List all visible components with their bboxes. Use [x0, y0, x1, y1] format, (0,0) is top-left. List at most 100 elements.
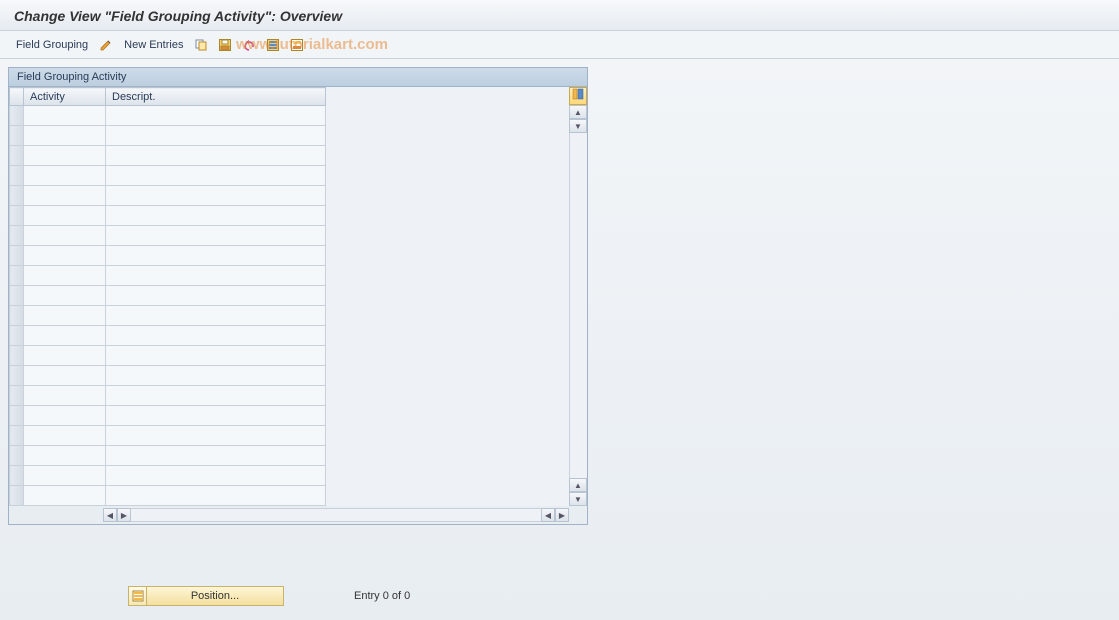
table-row[interactable] — [10, 426, 326, 446]
save-variant-icon[interactable] — [217, 37, 233, 53]
cell-activity[interactable] — [24, 206, 106, 226]
table-row[interactable] — [10, 266, 326, 286]
scroll-down-step-button[interactable]: ▼ — [569, 119, 587, 133]
cell-activity[interactable] — [24, 326, 106, 346]
cell-descript[interactable] — [106, 406, 326, 426]
row-selector[interactable] — [10, 266, 24, 286]
row-selector[interactable] — [10, 246, 24, 266]
table-row[interactable] — [10, 306, 326, 326]
cell-activity[interactable] — [24, 346, 106, 366]
vertical-scrollbar-track[interactable] — [569, 133, 587, 478]
cell-activity[interactable] — [24, 426, 106, 446]
table-row[interactable] — [10, 446, 326, 466]
cell-activity[interactable] — [24, 226, 106, 246]
cell-descript[interactable] — [106, 186, 326, 206]
table-row[interactable] — [10, 486, 326, 506]
cell-descript[interactable] — [106, 386, 326, 406]
row-selector[interactable] — [10, 346, 24, 366]
table-row[interactable] — [10, 186, 326, 206]
table-settings-icon[interactable] — [569, 87, 587, 105]
cell-descript[interactable] — [106, 106, 326, 126]
cell-descript[interactable] — [106, 126, 326, 146]
cell-descript[interactable] — [106, 486, 326, 506]
row-selector[interactable] — [10, 286, 24, 306]
position-button[interactable]: Position... — [128, 586, 284, 606]
cell-descript[interactable] — [106, 466, 326, 486]
row-selector[interactable] — [10, 186, 24, 206]
row-selector[interactable] — [10, 366, 24, 386]
cell-descript[interactable] — [106, 366, 326, 386]
cell-activity[interactable] — [24, 166, 106, 186]
cell-activity[interactable] — [24, 266, 106, 286]
scroll-left-step-button[interactable]: ◀ — [541, 508, 555, 522]
data-grid[interactable]: Activity Descript. — [9, 87, 326, 506]
row-selector[interactable] — [10, 146, 24, 166]
row-selector[interactable] — [10, 406, 24, 426]
table-row[interactable] — [10, 166, 326, 186]
row-selector[interactable] — [10, 486, 24, 506]
table-row[interactable] — [10, 246, 326, 266]
cell-activity[interactable] — [24, 246, 106, 266]
table-row[interactable] — [10, 286, 326, 306]
cell-descript[interactable] — [106, 166, 326, 186]
cell-descript[interactable] — [106, 266, 326, 286]
delimit-icon[interactable] — [289, 37, 305, 53]
cell-descript[interactable] — [106, 346, 326, 366]
cell-descript[interactable] — [106, 306, 326, 326]
cell-descript[interactable] — [106, 206, 326, 226]
row-selector[interactable] — [10, 466, 24, 486]
table-row[interactable] — [10, 366, 326, 386]
cell-descript[interactable] — [106, 286, 326, 306]
table-row[interactable] — [10, 406, 326, 426]
cell-descript[interactable] — [106, 226, 326, 246]
select-all-icon[interactable] — [265, 37, 281, 53]
table-row[interactable] — [10, 106, 326, 126]
row-selector[interactable] — [10, 426, 24, 446]
scroll-right-step-button[interactable]: ▶ — [117, 508, 131, 522]
copy-icon[interactable] — [193, 37, 209, 53]
table-row[interactable] — [10, 326, 326, 346]
cell-activity[interactable] — [24, 286, 106, 306]
row-selector[interactable] — [10, 306, 24, 326]
cell-activity[interactable] — [24, 406, 106, 426]
table-row[interactable] — [10, 386, 326, 406]
scroll-down-button[interactable]: ▼ — [569, 492, 587, 506]
table-row[interactable] — [10, 226, 326, 246]
cell-descript[interactable] — [106, 146, 326, 166]
table-row[interactable] — [10, 126, 326, 146]
cell-descript[interactable] — [106, 446, 326, 466]
table-row[interactable] — [10, 206, 326, 226]
row-selector[interactable] — [10, 106, 24, 126]
scroll-right-button[interactable]: ▶ — [555, 508, 569, 522]
table-row[interactable] — [10, 466, 326, 486]
row-selector[interactable] — [10, 126, 24, 146]
scroll-left-button[interactable]: ◀ — [103, 508, 117, 522]
row-selector[interactable] — [10, 446, 24, 466]
column-header-activity[interactable]: Activity — [24, 88, 106, 106]
cell-activity[interactable] — [24, 366, 106, 386]
cell-activity[interactable] — [24, 146, 106, 166]
row-selector[interactable] — [10, 166, 24, 186]
cell-activity[interactable] — [24, 446, 106, 466]
scroll-up-step-button[interactable]: ▲ — [569, 478, 587, 492]
cell-activity[interactable] — [24, 386, 106, 406]
edit-pencil-icon[interactable] — [98, 37, 114, 53]
row-selector[interactable] — [10, 326, 24, 346]
row-selector-header[interactable] — [10, 88, 24, 106]
cell-activity[interactable] — [24, 466, 106, 486]
table-row[interactable] — [10, 146, 326, 166]
cell-descript[interactable] — [106, 426, 326, 446]
undo-icon[interactable] — [241, 37, 257, 53]
cell-activity[interactable] — [24, 186, 106, 206]
cell-descript[interactable] — [106, 246, 326, 266]
field-grouping-button[interactable]: Field Grouping — [14, 39, 90, 51]
row-selector[interactable] — [10, 386, 24, 406]
cell-activity[interactable] — [24, 126, 106, 146]
scroll-up-button[interactable]: ▲ — [569, 105, 587, 119]
horizontal-scrollbar-track[interactable] — [131, 508, 541, 522]
cell-activity[interactable] — [24, 486, 106, 506]
row-selector[interactable] — [10, 226, 24, 246]
cell-descript[interactable] — [106, 326, 326, 346]
cell-activity[interactable] — [24, 106, 106, 126]
cell-activity[interactable] — [24, 306, 106, 326]
